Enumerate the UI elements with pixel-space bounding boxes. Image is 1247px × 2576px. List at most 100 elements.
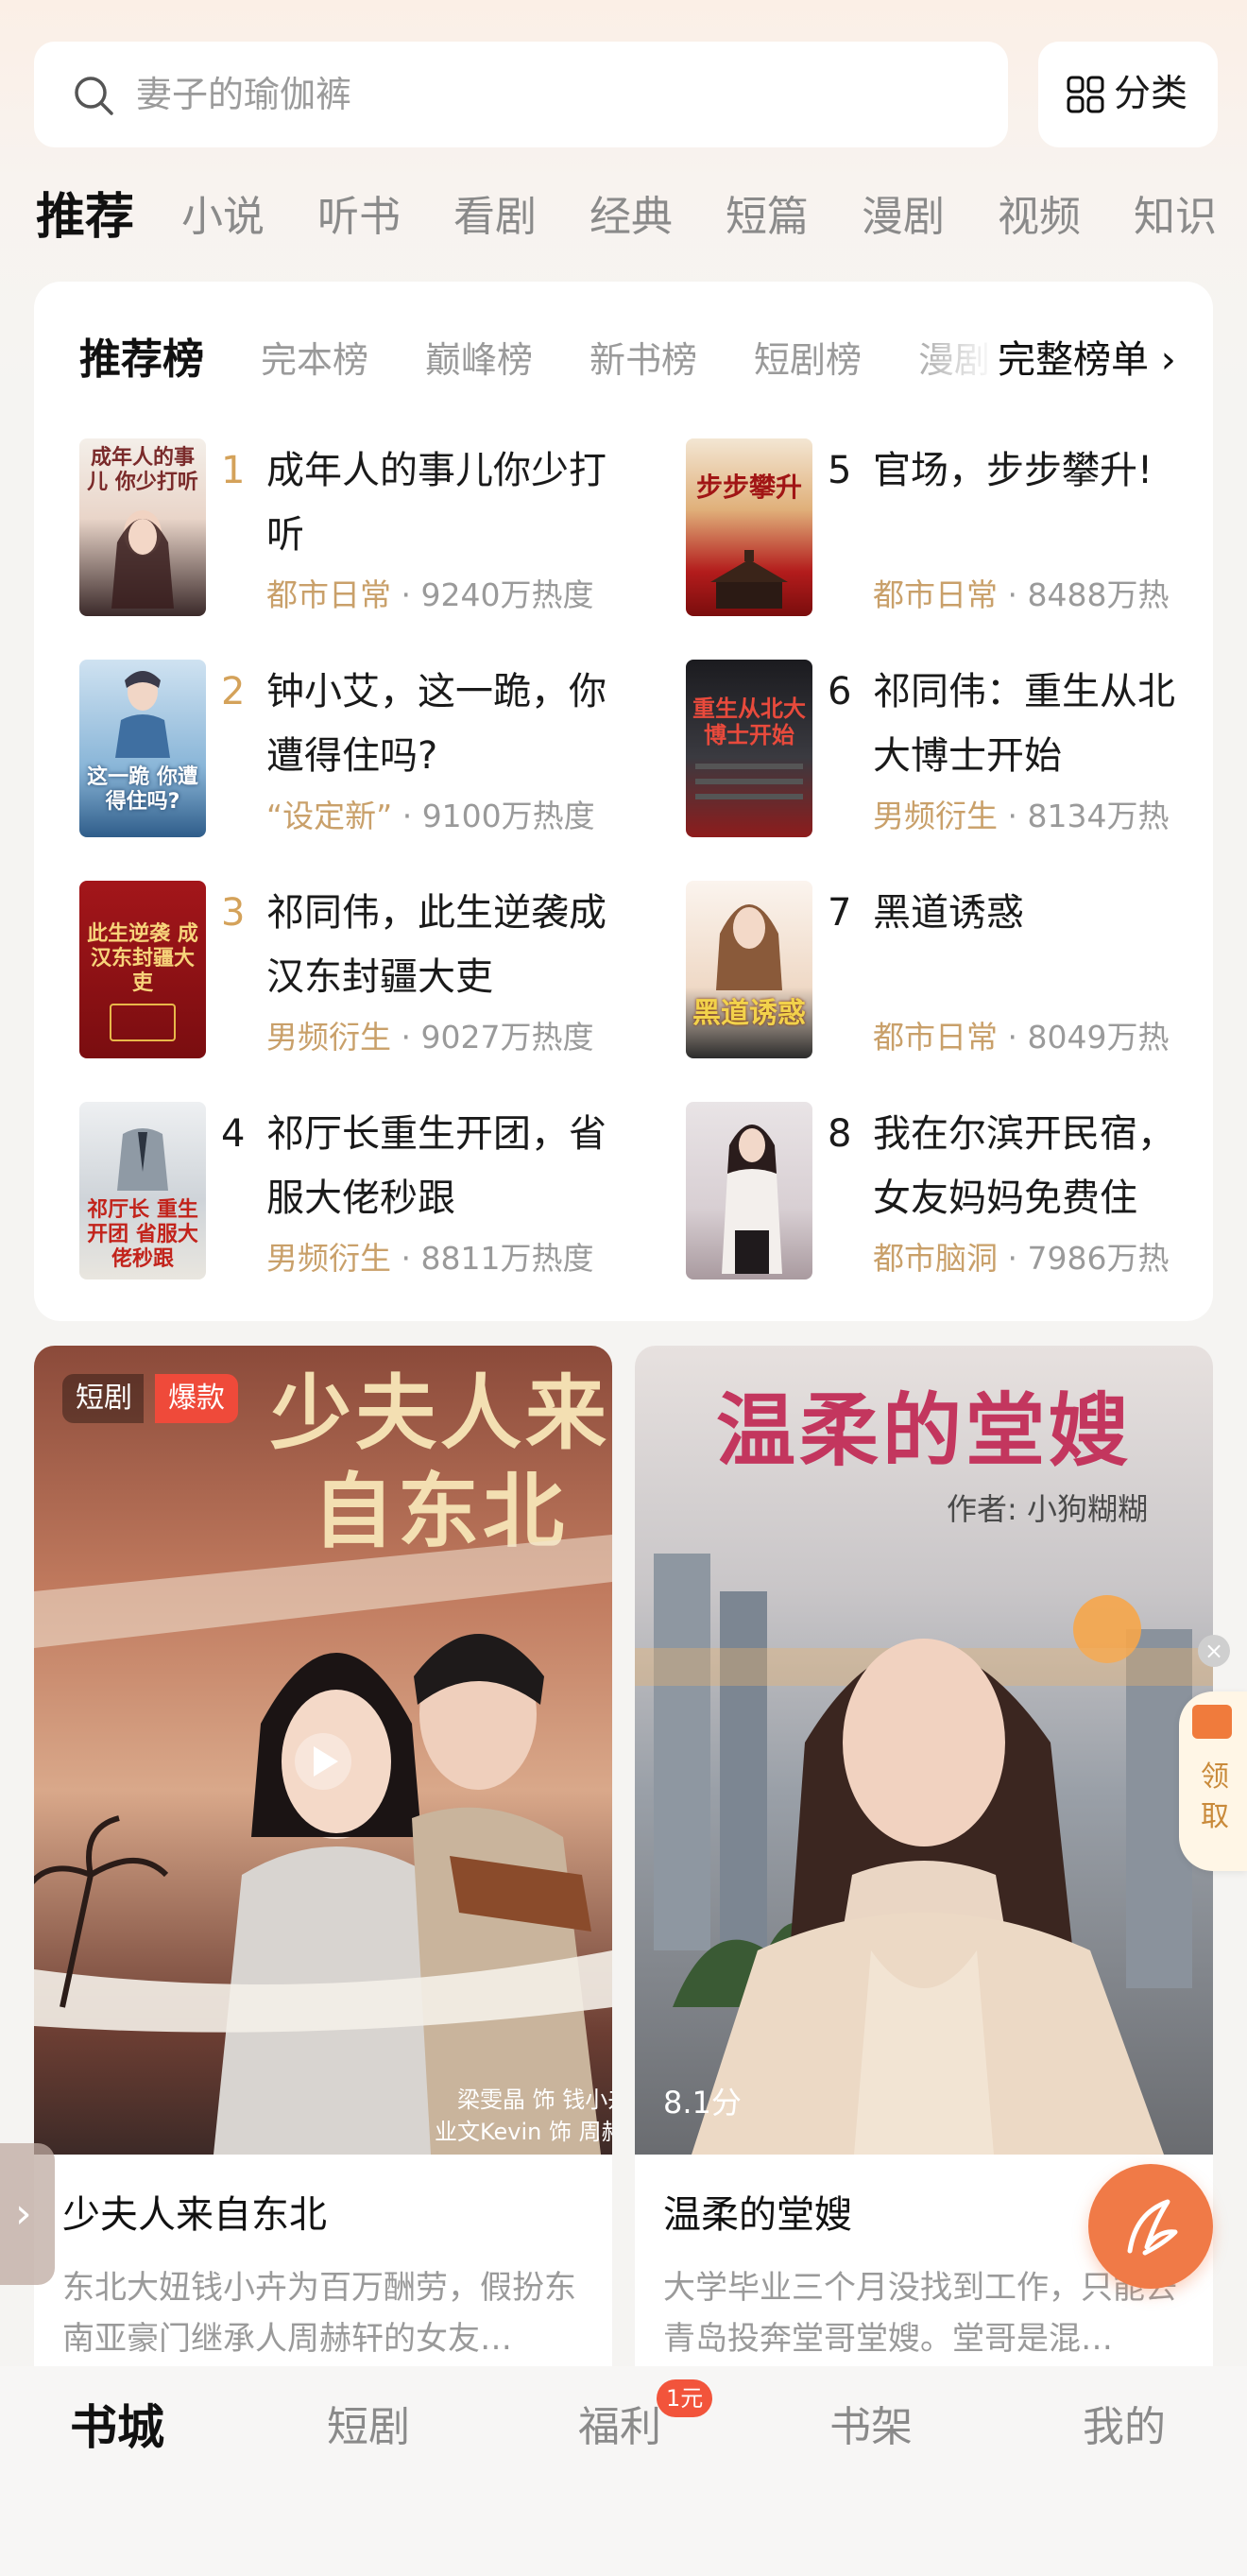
- write-button[interactable]: [1088, 2164, 1213, 2289]
- portrait-icon: [111, 510, 174, 609]
- nav-bookshelf[interactable]: 书架: [829, 2395, 913, 2461]
- side-drawer-handle[interactable]: ›: [0, 2143, 55, 2285]
- tab-video[interactable]: 视频: [998, 180, 1081, 255]
- rank-tab-recommend[interactable]: 推荐榜: [79, 327, 204, 393]
- book-cover: 黑道诱惑: [686, 881, 812, 1058]
- rank-number: 3: [221, 891, 246, 935]
- stripe-decoration: [695, 794, 803, 799]
- tab-audiobook[interactable]: 听书: [317, 180, 401, 255]
- book-item[interactable]: 成年人的事儿 你少打听 1 成年人的事儿你少打听 都市日常 · 9240万热度: [79, 438, 684, 627]
- book-cover: 重生从北大 博士开始: [686, 660, 812, 837]
- book-cover: 这一跪 你遭得住吗?: [79, 660, 206, 837]
- book-meta: 都市日常 · 8049万热: [873, 1019, 1170, 1056]
- ranking-card: 推荐榜 完本榜 巅峰榜 新书榜 短剧榜 漫剧 完整榜单 › 成年人的事儿 你少打…: [34, 282, 1213, 1321]
- book-title: 官场，步步攀升!: [873, 449, 1153, 492]
- hot-tag: 爆款: [155, 1374, 238, 1423]
- stripe-decoration: [695, 779, 803, 784]
- nav-welfare[interactable]: 福利: [578, 2395, 661, 2461]
- feed-title: 温柔的堂嫂: [663, 2193, 852, 2237]
- portrait-icon: [722, 1125, 782, 1274]
- nav-short-drama[interactable]: 短剧: [327, 2395, 410, 2461]
- portrait-icon: [716, 904, 782, 990]
- nav-bookstore[interactable]: 书城: [70, 2395, 164, 2461]
- feed-title: 少夫人来自东北: [62, 2193, 327, 2237]
- book-heat: 8488万热: [1027, 576, 1170, 613]
- tab-recommend[interactable]: 推荐: [36, 180, 134, 255]
- search-input[interactable]: 妻子的瑜伽裤: [34, 42, 1008, 147]
- book-meta: 男频衍生 · 8811万热度: [266, 1240, 594, 1277]
- rank-number: 4: [221, 1112, 246, 1156]
- category-button[interactable]: 分类: [1038, 42, 1218, 147]
- tab-classic[interactable]: 经典: [589, 180, 673, 255]
- channel-tabs: 推荐 小说 听书 看剧 经典 短篇 漫剧 视频 知识: [0, 180, 1247, 255]
- book-item[interactable]: 此生逆袭 成汉东封疆大吏 3 祁同伟，此生逆袭成汉东封疆大吏 男频衍生 · 90…: [79, 881, 684, 1070]
- book-heat: 9027万热度: [420, 1019, 594, 1056]
- book-title: 钟小艾，这一跪，你遭得住吗?: [266, 670, 606, 778]
- tab-knowledge[interactable]: 知识: [1134, 180, 1217, 255]
- rank-tab-new[interactable]: 新书榜: [589, 327, 697, 393]
- cover-title: 祁厅长 重生开团 省服大佬秒跟: [87, 1198, 198, 1271]
- rank-number: 6: [828, 670, 852, 713]
- cast-line-2: 业文Kevin 饰 周赫轩: [435, 2119, 612, 2145]
- book-heat: 7986万热: [1027, 1240, 1170, 1277]
- cover-title: 黑道诱惑: [692, 997, 806, 1030]
- chevron-right-icon: ›: [15, 2190, 32, 2238]
- tab-comic-drama[interactable]: 漫剧: [862, 180, 945, 255]
- rank-number: 1: [221, 449, 246, 492]
- book-item[interactable]: 步步攀升 5 官场，步步攀升! 都市日常 · 8488万热: [686, 438, 1213, 627]
- nav-profile[interactable]: 我的: [1083, 2395, 1166, 2461]
- book-title: 成年人的事儿你少打听: [266, 449, 606, 557]
- rank-number: 8: [828, 1112, 852, 1156]
- book-genre: 男频衍生: [873, 798, 998, 834]
- stripe-decoration: [695, 764, 803, 769]
- book-item[interactable]: 祁厅长 重生开团 省服大佬秒跟 4 祁厅长重生开团，省服大佬秒跟 男频衍生 · …: [79, 1102, 684, 1291]
- rank-tab-short-drama[interactable]: 短剧榜: [754, 327, 862, 393]
- search-placeholder: 妻子的瑜伽裤: [136, 74, 352, 115]
- rank-number: 5: [828, 449, 852, 492]
- book-meta: 男频衍生 · 9027万热度: [266, 1019, 594, 1056]
- book-title: 祁同伟，此生逆袭成汉东封疆大吏: [266, 891, 606, 999]
- rank-tab-peak[interactable]: 巅峰榜: [425, 327, 533, 393]
- book-genre: 男频衍生: [266, 1240, 391, 1277]
- drama-poster: 少夫人来自东北 短剧 爆款 梁雯晶 饰 钱小卉 业文Kevin 饰 周赫轩: [34, 1346, 612, 2155]
- book-item[interactable]: 8 我在尔滨开民宿，女友妈妈免费住 都市脑洞 · 7986万热: [686, 1102, 1213, 1291]
- bottom-navigation: 书城 短剧 福利 1元 书架 我的: [0, 2366, 1247, 2576]
- poster-title: 温柔的堂嫂: [715, 1383, 1132, 1477]
- book-genre: 男频衍生: [266, 1019, 391, 1056]
- book-genre: 都市日常: [873, 1019, 998, 1056]
- full-ranking-link[interactable]: 完整榜单 ›: [998, 327, 1176, 393]
- tab-short[interactable]: 短篇: [726, 180, 809, 255]
- short-drama-tag: 短剧: [62, 1374, 144, 1423]
- book-cover: 祁厅长 重生开团 省服大佬秒跟: [79, 1102, 206, 1279]
- book-genre: 都市日常: [266, 576, 391, 613]
- book-heat: 8049万热: [1027, 1019, 1170, 1056]
- rank-tab-completed[interactable]: 完本榜: [261, 327, 368, 393]
- book-title: 我在尔滨开民宿，女友妈妈免费住: [873, 1112, 1175, 1220]
- book-item[interactable]: 黑道诱惑 7 黑道诱惑 都市日常 · 8049万热: [686, 881, 1213, 1070]
- novel-poster: 温柔的堂嫂 作者: 小狗糊糊 8.1分: [635, 1346, 1213, 2155]
- couple-illustration: [34, 1535, 612, 2155]
- feed-card-drama[interactable]: 少夫人来自东北 短剧 爆款 梁雯晶 饰 钱小卉 业文Kevin 饰 周赫轩 少夫…: [34, 1346, 612, 2404]
- portrait-icon: [115, 671, 170, 758]
- search-icon: [75, 77, 113, 115]
- cast-line-1: 梁雯晶 饰 钱小卉: [457, 2087, 612, 2113]
- claim-reward-button[interactable]: 领取: [1179, 1692, 1247, 1871]
- pen-icon: [1127, 2199, 1178, 2256]
- tab-novel[interactable]: 小说: [181, 180, 265, 255]
- book-genre: 都市日常: [873, 576, 998, 613]
- grid-icon: [1067, 76, 1104, 113]
- tab-drama[interactable]: 看剧: [453, 180, 537, 255]
- book-title: 祁厅长重生开团，省服大佬秒跟: [266, 1112, 606, 1220]
- book-heat: 9240万热度: [420, 576, 594, 613]
- book-item[interactable]: 重生从北大 博士开始 6 祁同伟：重生从北大博士开始 男频衍生 · 8134万热: [686, 660, 1213, 849]
- book-meta: “设定新” · 9100万热度: [266, 798, 595, 834]
- book-meta: 都市脑洞 · 7986万热: [873, 1240, 1170, 1277]
- poster-author: 作者: 小狗糊糊: [947, 1491, 1148, 1527]
- book-meta: 都市日常 · 9240万热度: [266, 576, 594, 613]
- book-heat: 8811万热度: [420, 1240, 594, 1277]
- close-icon[interactable]: ×: [1198, 1635, 1230, 1667]
- book-cover: 步步攀升: [686, 438, 812, 616]
- book-title: 黑道诱惑: [873, 891, 1024, 935]
- feed-description: 东北大妞钱小卉为百万酬劳，假扮东南亚豪门继承人周赫轩的女友…: [62, 2269, 576, 2358]
- book-item[interactable]: 这一跪 你遭得住吗? 2 钟小艾，这一跪，你遭得住吗? “设定新” · 9100…: [79, 660, 684, 849]
